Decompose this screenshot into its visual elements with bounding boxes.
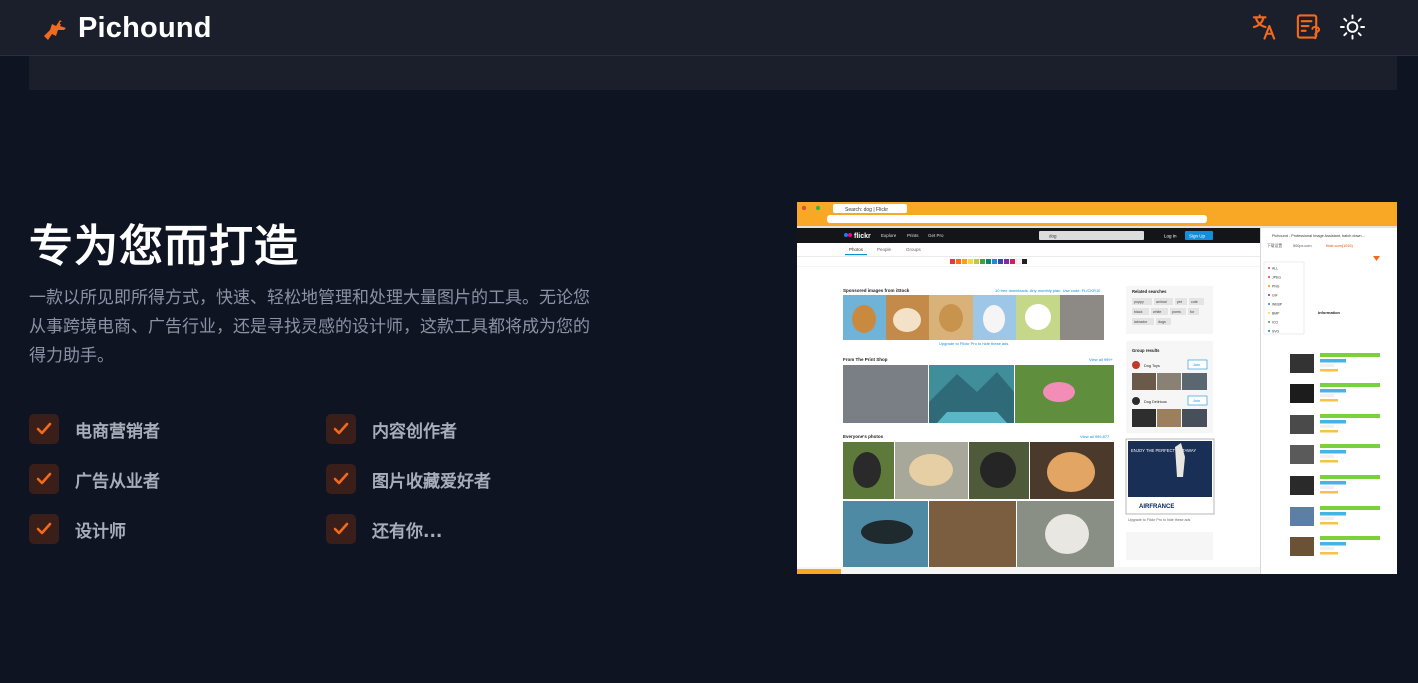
translate-icon[interactable]: [1251, 13, 1278, 41]
related-heading: Related searches: [1132, 289, 1167, 294]
tag[interactable]: pet: [1177, 300, 1182, 304]
format-option[interactable]: WEBP: [1272, 303, 1283, 307]
panel-info-label: Information: [1318, 310, 1341, 315]
browser-tab-title: Search: dog | Flickr: [845, 207, 888, 213]
feature-item: 内容创作者: [326, 414, 457, 444]
sponsored-heading: Sponsored images from iStock: [843, 288, 910, 293]
everyone-heading: Everyone's photos: [843, 434, 884, 439]
feature-label: 广告从业者: [75, 471, 160, 492]
ad-headline: ENJOY THE PERFECT GETAWAY: [1131, 448, 1196, 453]
feature-item: 图片收藏爱好者: [326, 464, 491, 494]
tag[interactable]: white: [1153, 310, 1161, 314]
join-button[interactable]: Join: [1193, 363, 1200, 367]
feature-item: 电商营销者: [29, 414, 160, 444]
tag[interactable]: puppy: [1134, 300, 1144, 304]
format-option[interactable]: JPEG: [1272, 276, 1281, 280]
feature-item: 广告从业者: [29, 464, 160, 494]
tag[interactable]: poms: [1172, 310, 1181, 314]
checkmark-icon: [326, 414, 356, 444]
top-header: Pichound: [0, 0, 1418, 56]
checkmark-icon: [29, 514, 59, 544]
section-strip: [29, 56, 1397, 90]
format-option[interactable]: ICO: [1272, 321, 1278, 325]
checkmark-icon: [326, 514, 356, 544]
format-option[interactable]: SVG: [1272, 330, 1280, 334]
feature-label: 设计师: [75, 521, 126, 542]
view-all-photos-link[interactable]: View all 999,877: [1080, 434, 1110, 439]
print-shop-heading: From The Print Shop: [843, 357, 888, 362]
notes-help-icon[interactable]: [1295, 13, 1322, 41]
hero-description: 一款以所见即所得方式，快速、轻松地管理和处理大量图片的工具。无论您从事跨境电商、…: [29, 288, 590, 366]
ad-brand: AIRFRANCE: [1139, 504, 1174, 510]
panel-tab[interactable]: 下载设置: [1267, 243, 1282, 248]
brand-logo[interactable]: Pichound: [40, 12, 212, 45]
flickr-nav-explore[interactable]: Explore: [881, 233, 897, 238]
format-option[interactable]: BMP: [1272, 312, 1280, 316]
view-all-link[interactable]: View all 999+: [1089, 357, 1113, 362]
format-option[interactable]: PNG: [1272, 285, 1280, 289]
tag[interactable]: black: [1134, 310, 1143, 314]
join-button[interactable]: Join: [1193, 399, 1200, 403]
tag[interactable]: labrador: [1134, 320, 1148, 324]
promo-link[interactable]: 10 free downloads. Any monthly plan. Use…: [995, 288, 1101, 293]
checkmark-icon: [29, 464, 59, 494]
group-results-heading: Group results: [1132, 348, 1160, 353]
ad-caption: Upgrade to Flickr Pro to hide these ads: [1128, 518, 1191, 522]
panel-tab[interactable]: 500px.com: [1293, 244, 1312, 248]
flickr-signup[interactable]: Sign Up: [1189, 234, 1206, 239]
feature-label: 还有你...: [372, 521, 443, 542]
tag[interactable]: cute: [1191, 300, 1198, 304]
format-option[interactable]: ALL: [1272, 267, 1278, 271]
flickr-nav-getpro[interactable]: Get Pro: [928, 233, 944, 238]
feature-label: 电商营销者: [75, 421, 160, 442]
flickr-search-input[interactable]: dog: [1049, 234, 1057, 239]
flickr-nav-prints[interactable]: Prints: [907, 233, 919, 238]
product-screenshot: Search: dog | Flickr flickr Explore Prin…: [797, 202, 1397, 574]
flickr-login[interactable]: Log In: [1164, 234, 1177, 239]
subtab-people[interactable]: People: [877, 247, 892, 252]
format-option[interactable]: GIF: [1272, 294, 1278, 298]
group-name[interactable]: Dog Delirious: [1144, 400, 1167, 404]
screenshot-illustration: Search: dog | Flickr flickr Explore Prin…: [797, 202, 1397, 574]
hero-title: 专为您而打造: [29, 221, 299, 272]
panel-tab[interactable]: flickr.com(1015): [1326, 244, 1354, 248]
group-name[interactable]: Dog Toys: [1144, 364, 1160, 368]
subtab-groups[interactable]: Groups: [906, 247, 922, 252]
feature-label: 内容创作者: [372, 421, 457, 442]
upgrade-link[interactable]: Upgrade to Flickr Pro to hide these ads: [939, 341, 1008, 346]
brand-name: Pichound: [78, 12, 212, 44]
subtab-photos[interactable]: Photos: [849, 247, 864, 252]
sun-icon[interactable]: [1339, 13, 1366, 41]
checkmark-icon: [326, 464, 356, 494]
tag[interactable]: dogs: [1158, 320, 1166, 324]
checkmark-icon: [29, 414, 59, 444]
tag[interactable]: animal: [1156, 300, 1167, 304]
flickr-logo: flickr: [854, 233, 871, 240]
feature-item: 还有你...: [326, 514, 442, 544]
feature-label: 图片收藏爱好者: [372, 471, 491, 492]
feature-item: 设计师: [29, 514, 126, 544]
panel-title: Pichound - Professional Image Assistant,…: [1272, 234, 1365, 238]
dog-logo-icon: [44, 19, 66, 40]
